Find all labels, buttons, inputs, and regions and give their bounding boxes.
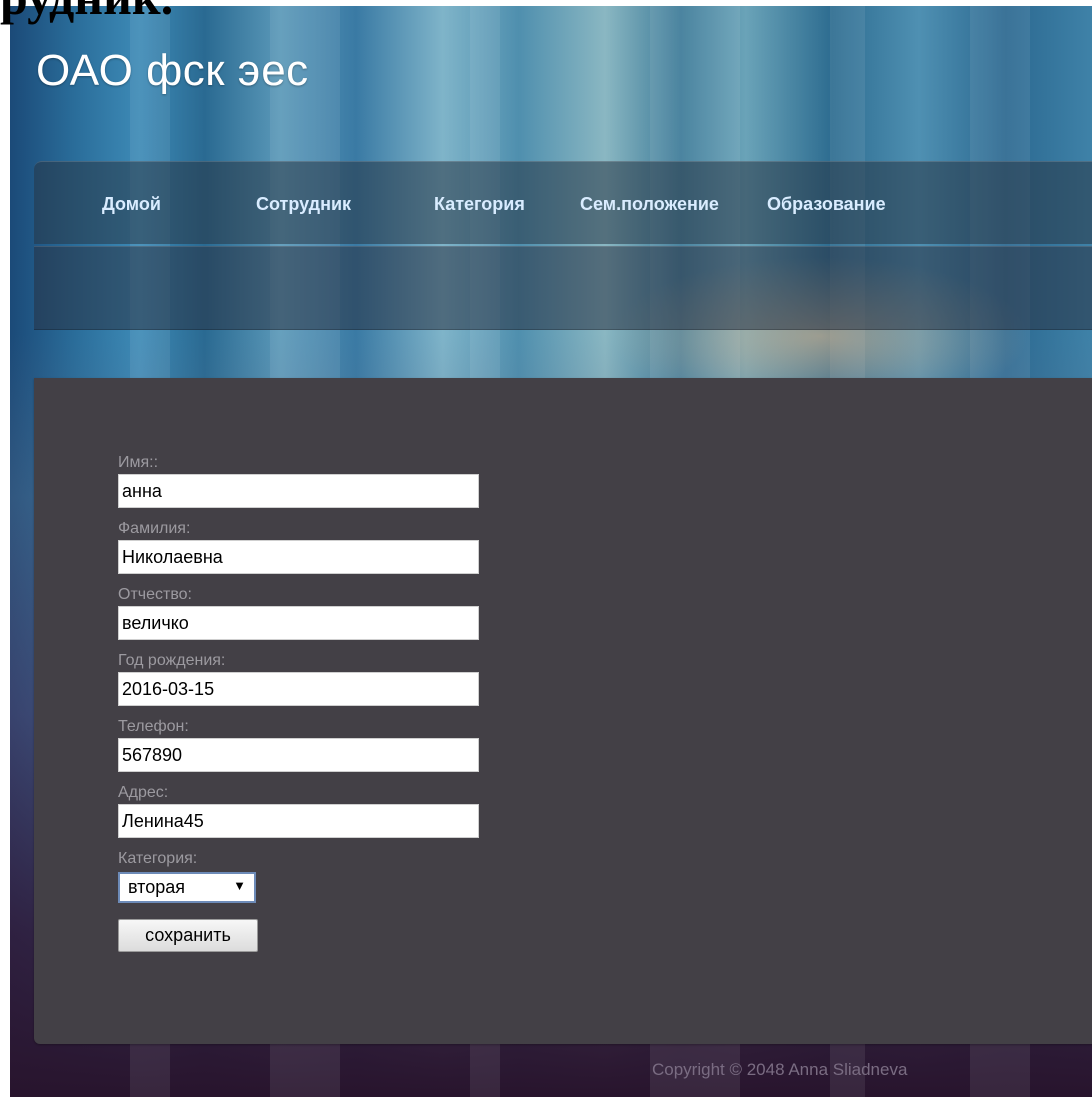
site-title: ОАО фск эес: [36, 46, 309, 95]
nav-item-marital-status[interactable]: Сем.положение: [580, 194, 719, 215]
dropdown-arrow-icon: ▼: [233, 878, 246, 893]
nav-item-category[interactable]: Категория: [434, 194, 525, 215]
page-background: ОАО фск эес Домой Сотрудник Категория Се…: [10, 6, 1092, 1097]
address-label: Адрес:: [118, 784, 169, 801]
nav-item-employee[interactable]: Сотрудник: [256, 194, 351, 215]
nav-item-education[interactable]: Образование: [767, 194, 886, 215]
phone-label: Телефон:: [118, 718, 189, 735]
last-name-input[interactable]: [118, 540, 479, 574]
category-label: Категория:: [118, 850, 198, 867]
birth-year-input[interactable]: [118, 672, 479, 706]
birth-year-label: Год рождения:: [118, 652, 226, 669]
patronymic-input[interactable]: [118, 606, 479, 640]
main-nav: Домой Сотрудник Категория Сем.положение …: [34, 161, 1092, 244]
nav-item-home[interactable]: Домой: [102, 194, 161, 215]
last-name-label: Фамилия:: [118, 520, 191, 537]
save-button[interactable]: сохранить: [118, 919, 258, 952]
category-selected-value: вторая: [128, 877, 185, 897]
first-name-label: Имя::: [118, 454, 159, 471]
category-select[interactable]: вторая ▼: [118, 872, 256, 903]
footer-copyright: Copyright © 2048 Anna Sliadneva: [652, 1060, 908, 1079]
first-name-input[interactable]: [118, 474, 479, 508]
cropped-heading: рудник.: [0, 0, 173, 22]
sub-nav-bar: [34, 246, 1092, 330]
patronymic-label: Отчество:: [118, 586, 192, 603]
employee-form: Имя:: Фамилия: Отчество: Год рождения: Т…: [118, 452, 518, 952]
address-input[interactable]: [118, 804, 479, 838]
content-panel: Имя:: Фамилия: Отчество: Год рождения: Т…: [34, 378, 1092, 1044]
phone-input[interactable]: [118, 738, 479, 772]
